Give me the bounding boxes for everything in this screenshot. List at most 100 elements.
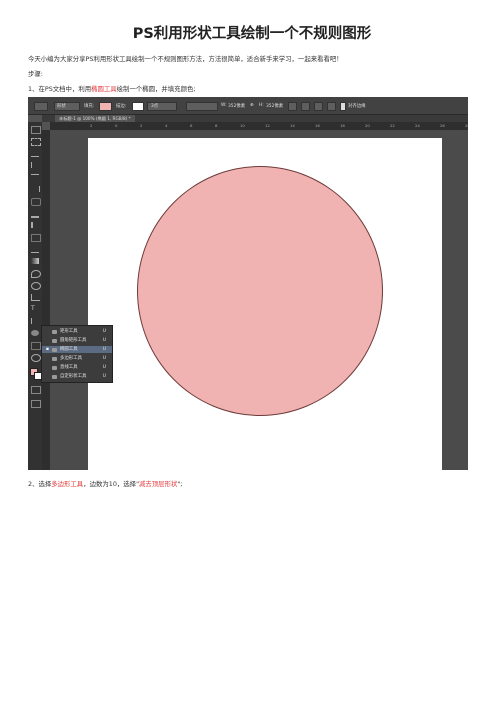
screen-mode-icon[interactable] [31, 400, 41, 408]
path-alignment-icon[interactable] [301, 102, 310, 111]
flyout-item[interactable]: 多边形工具 U [42, 355, 112, 362]
link-icon[interactable]: ⊕ [250, 103, 254, 108]
flyout-item[interactable]: 圆角矩形工具 U [42, 337, 112, 344]
ruler-tick-label: 14 [290, 123, 295, 128]
ruler-tick-label: 2 [140, 123, 143, 128]
photoshop-screenshot: 形状 填充: 描边: 3点 W: 352像素 ⊕ H: 352像素 对齐边缘 T… [28, 97, 468, 470]
flyout-item-shortcut: U [102, 365, 106, 370]
ruler-tick-label: 22 [390, 123, 395, 128]
marquee-tool-icon[interactable] [31, 138, 41, 146]
vertical-ruler [42, 130, 50, 470]
step-2-option: 减去顶层形状 [139, 480, 178, 488]
ruler-tick-label: 18 [340, 123, 345, 128]
align-edges-label: 对齐边缘 [348, 104, 366, 109]
ruler-tick-label: 20 [365, 123, 370, 128]
flyout-item-shortcut: U [102, 329, 106, 334]
ruler-tick-label: 24 [415, 123, 420, 128]
step-1-prefix: 1、在PS文档中，利用 [28, 85, 92, 93]
shape-icon [52, 365, 57, 370]
step-1-suffix: 绘制一个椭圆，并填充颜色; [116, 85, 196, 93]
ruler-tick-label: 10 [240, 123, 245, 128]
gradient-tool-icon[interactable] [31, 258, 39, 264]
step-2-prefix: 2、选择 [28, 480, 52, 488]
ruler-tick-label: 8 [215, 123, 218, 128]
flyout-item[interactable]: 自定形状工具 U [42, 373, 112, 380]
ruler-tick-label: 28 [465, 123, 468, 128]
document-tab-bar: 未标题-1 @ 100% (椭圆 1, RGB/8) * [42, 115, 468, 122]
magic-wand-icon[interactable] [31, 162, 40, 168]
flyout-item-label: 矩形工具 [60, 329, 78, 334]
flyout-item-shortcut: U [102, 347, 106, 352]
pen-tool-icon[interactable] [31, 294, 40, 301]
ruler-tick-label: 4 [165, 123, 168, 128]
type-tool-icon[interactable]: T [31, 306, 39, 312]
move-tool-icon[interactable] [31, 126, 41, 134]
stroke-size-value: 3点 [151, 104, 159, 109]
blur-tool-icon[interactable] [31, 270, 41, 278]
dodge-tool-icon[interactable] [31, 282, 41, 290]
ruler-tick-label: 2 [90, 123, 93, 128]
zoom-tool-icon[interactable] [31, 354, 41, 362]
stroke-size-field[interactable]: 3点 [147, 102, 177, 111]
shape-icon [52, 329, 57, 334]
path-operations-icon[interactable] [288, 102, 297, 111]
flyout-item-shortcut: U [102, 356, 106, 361]
shape-icon [52, 356, 57, 361]
flyout-item-label: 多边形工具 [60, 356, 82, 361]
flyout-item[interactable]: ▪ 椭圆工具 U [42, 346, 112, 353]
flyout-item-label: 椭圆工具 [60, 347, 78, 352]
crop-tool-icon[interactable] [31, 174, 39, 181]
step-2-suffix: "; [177, 480, 183, 488]
stroke-swatch[interactable] [132, 102, 144, 111]
ruler-tick-label: 6 [190, 123, 193, 128]
document-tab[interactable]: 未标题-1 @ 100% (椭圆 1, RGB/8) * [55, 115, 135, 122]
align-edges-checkbox[interactable] [340, 102, 346, 111]
brush-tool-icon[interactable] [31, 210, 39, 218]
shape-tools-flyout: 矩形工具 U 圆角矩形工具 U ▪ 椭圆工具 U 多边形工具 U 直线工具 U 自定形状工具 U [41, 325, 113, 383]
options-bar: 形状 填充: 描边: 3点 W: 352像素 ⊕ H: 352像素 对齐边缘 [28, 97, 468, 115]
tool-preset-picker[interactable] [34, 102, 48, 111]
flyout-item[interactable]: 矩形工具 U [42, 328, 112, 335]
fill-label: 填充: [84, 104, 95, 109]
lasso-tool-icon[interactable] [31, 150, 39, 157]
ruler-tick-label: 12 [265, 123, 270, 128]
step-2-middle: ，边数为10，选择" [83, 480, 140, 488]
tools-panel: T [28, 122, 42, 470]
gear-icon[interactable] [327, 102, 336, 111]
ellipse-shape[interactable] [137, 166, 383, 416]
stroke-label: 描边: [116, 104, 127, 109]
height-label: H: [259, 103, 264, 108]
eraser-icon[interactable] [31, 246, 39, 253]
shape-icon [52, 338, 57, 343]
steps-label: 步骤: [28, 70, 43, 78]
mode-select[interactable]: 形状 [54, 102, 80, 111]
healing-brush-icon[interactable] [31, 198, 41, 206]
mode-value: 形状 [57, 104, 66, 109]
ruler-tick-label: 16 [315, 123, 320, 128]
horizontal-ruler: 20246810121416182022242628 [50, 122, 468, 130]
flyout-item-label: 圆角矩形工具 [60, 338, 87, 343]
shape-icon [52, 374, 57, 379]
flyout-item-label: 自定形状工具 [60, 374, 87, 379]
flyout-item[interactable]: 直线工具 U [42, 364, 112, 371]
canvas-area[interactable] [50, 130, 468, 470]
path-selection-icon[interactable] [31, 318, 40, 324]
step-2: 2、选择多边形工具，边数为10，选择"减去顶层形状"; [28, 479, 182, 488]
clone-stamp-icon[interactable] [31, 222, 41, 228]
ruler-tick-label: 26 [440, 123, 445, 128]
ellipse-tool-icon[interactable] [31, 330, 39, 336]
path-arrangement-icon[interactable] [314, 102, 323, 111]
stroke-type-select[interactable] [186, 102, 218, 111]
step-1: 1、在PS文档中，利用椭圆工具绘制一个椭圆，并填充颜色; [28, 84, 196, 93]
width-label: W: [221, 103, 227, 108]
document-canvas[interactable] [88, 138, 442, 470]
flyout-item-label: 直线工具 [60, 365, 78, 370]
eyedropper-icon[interactable] [31, 186, 40, 192]
ruler-tick-label: 0 [115, 123, 118, 128]
flyout-item-shortcut: U [102, 374, 106, 379]
shape-icon [52, 347, 57, 352]
quick-mask-icon[interactable] [31, 386, 41, 394]
fill-swatch[interactable] [99, 102, 112, 111]
history-brush-icon[interactable] [31, 234, 41, 242]
hand-tool-icon[interactable] [31, 342, 41, 350]
